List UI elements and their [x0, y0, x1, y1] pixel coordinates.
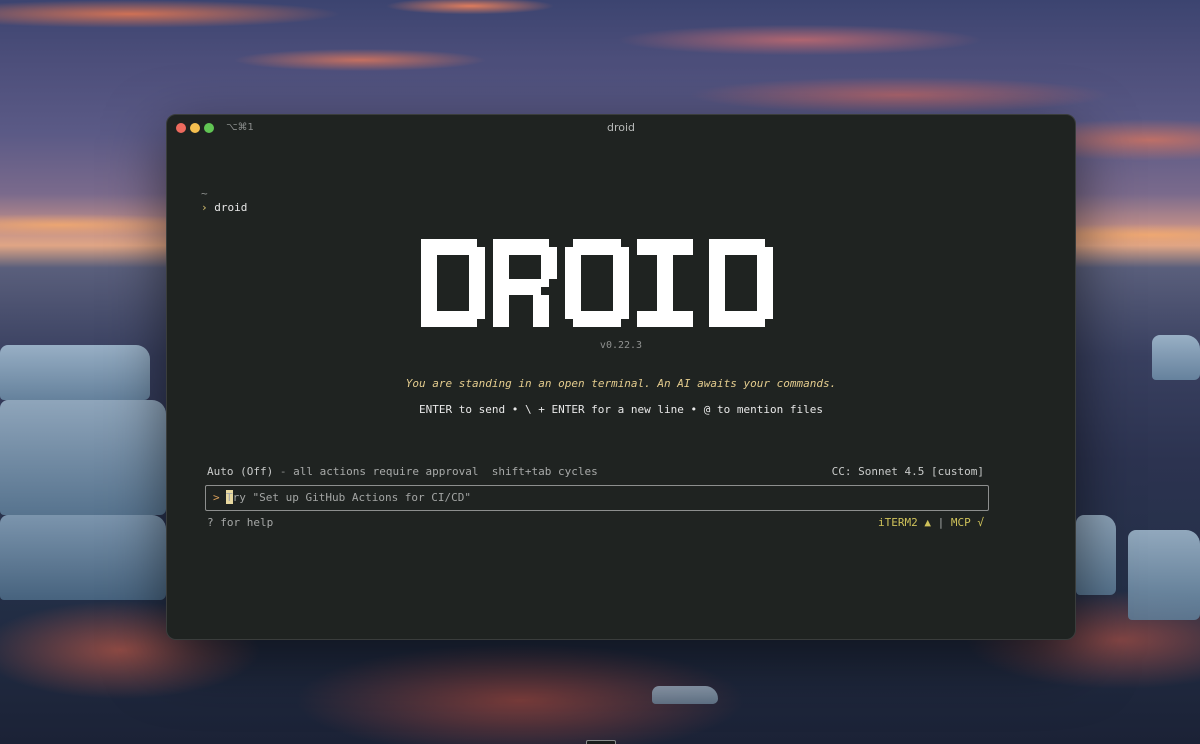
- wallpaper-ice-4: [1152, 335, 1200, 380]
- prompt-input[interactable]: > Try "Set up GitHub Actions for CI/CD": [205, 485, 989, 511]
- iterm2-indicator: iTERM2 ▲: [878, 516, 931, 529]
- autonomy-mode: Auto (Off): [207, 465, 274, 478]
- command-text: droid: [214, 201, 248, 214]
- keyboard-hint: ENTER to send • \ + ENTER for a new line…: [419, 403, 823, 416]
- version-label: v0.22.3: [599, 340, 643, 351]
- wallpaper-ice-5: [1076, 515, 1116, 595]
- logo-letters: [421, 239, 773, 327]
- droid-logo: [421, 239, 773, 327]
- wallpaper-ice-1: [0, 345, 150, 400]
- logo-letter-d2: [709, 239, 773, 327]
- mcp-indicator: MCP √: [950, 516, 984, 529]
- indicator-separator: |: [937, 516, 945, 529]
- droid-logo-graphic: [421, 239, 773, 327]
- wallpaper-ice-7: [652, 686, 718, 704]
- window-title: droid: [606, 121, 636, 134]
- logo-letter-o: [565, 239, 629, 327]
- dock-edge: [586, 740, 616, 744]
- autonomy-status[interactable]: Auto (Off) - all actions require approva…: [207, 465, 598, 478]
- title-bar[interactable]: ⌥⌘1 droid: [167, 115, 1075, 141]
- mode-cycle-hint: shift+tab cycles: [491, 465, 598, 478]
- command-line: › droid: [201, 201, 247, 214]
- wallpaper-ice-2: [0, 400, 166, 515]
- working-directory: ~: [201, 187, 208, 200]
- help-hint: ? for help: [207, 516, 274, 529]
- prompt-chevron-icon: ›: [201, 201, 208, 214]
- logo-letter-r: [493, 239, 557, 327]
- input-placeholder: Try "Set up GitHub Actions for CI/CD": [226, 491, 472, 504]
- integration-indicators: iTERM2 ▲ | MCP √: [878, 516, 984, 529]
- wallpaper-ice-3: [0, 515, 166, 600]
- autonomy-description: all actions require approval: [293, 465, 479, 478]
- wallpaper-ice-6: [1128, 530, 1200, 620]
- input-caret-icon: >: [213, 491, 220, 504]
- logo-letter-d1: [421, 239, 485, 327]
- logo-letter-i: [637, 239, 693, 327]
- welcome-tagline: You are standing in an open terminal. An…: [405, 377, 837, 390]
- terminal-window[interactable]: ⌥⌘1 droid ~ › droid v0.22.3 You are stan…: [166, 114, 1076, 640]
- model-indicator[interactable]: CC: Sonnet 4.5 [custom]: [832, 465, 984, 478]
- autonomy-separator: -: [279, 465, 287, 478]
